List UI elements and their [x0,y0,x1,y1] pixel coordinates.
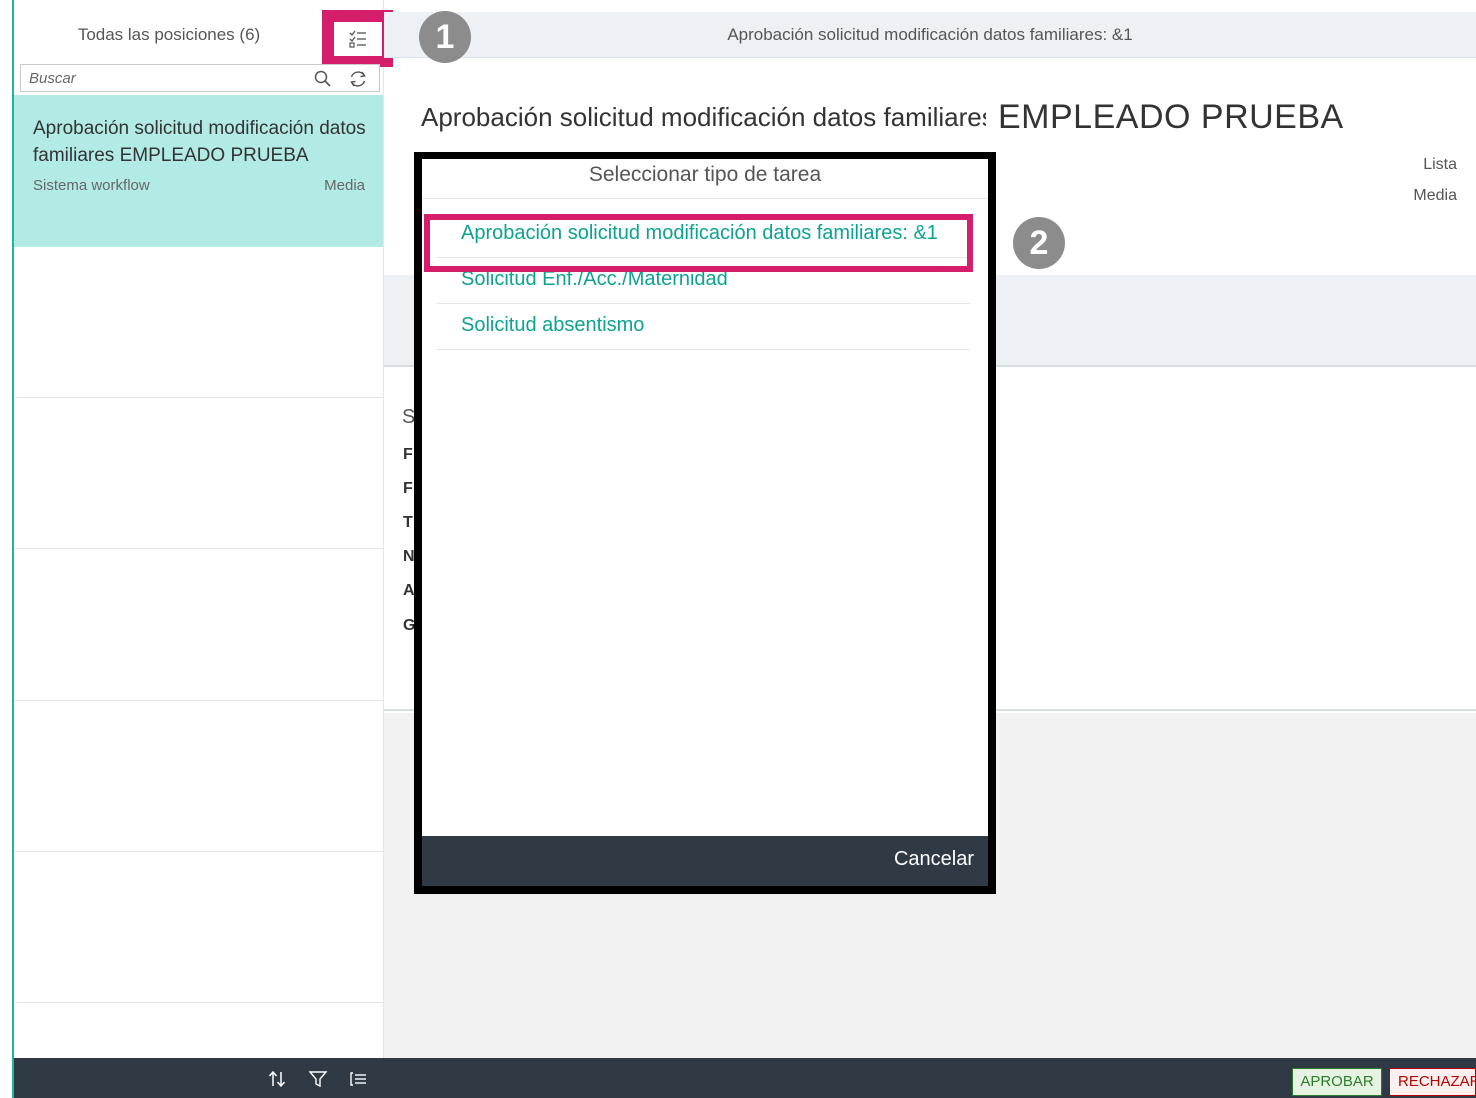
list-separator [14,1002,383,1003]
form-label: A [403,582,415,599]
list-separator [14,700,383,701]
task-type-item[interactable]: Solicitud absentismo [437,304,970,350]
filter-list-button[interactable] [334,22,382,56]
filter-icon[interactable] [307,1068,329,1090]
list-item-title: Aprobación solicitud modificación datos … [33,118,366,166]
form-label: T [403,514,413,531]
list-separator [14,548,383,549]
approve-button[interactable]: APROBAR [1292,1068,1382,1096]
object-attribute-priority: Media [1413,187,1457,204]
list-separator [14,851,383,852]
dialog-title: Seleccionar tipo de tarea [422,159,988,199]
sort-icon[interactable] [266,1068,288,1090]
master-footer [14,1058,384,1098]
form-label: N [403,548,415,565]
form-label: F [403,480,413,497]
detail-header-title: Aprobación solicitud modificación datos … [727,25,1133,44]
reject-button[interactable]: RECHAZAR [1389,1068,1476,1096]
list-separator [14,397,383,398]
object-title-name: EMPLEADO PRUEBA [986,92,1415,140]
detail-header: Aprobación solicitud modificación datos … [384,12,1476,58]
object-title-prefix: Aprobación solicitud modificación datos … [421,102,1002,132]
refresh-icon[interactable] [347,68,369,90]
cancel-button[interactable]: Cancelar [894,848,974,871]
task-item-highlight [424,214,973,272]
search-input[interactable] [29,68,299,88]
search-icon[interactable] [313,69,333,89]
group-icon[interactable] [348,1068,370,1090]
search-field[interactable] [20,64,380,92]
list-item[interactable]: Aprobación solicitud modificación datos … [14,95,383,247]
form-label: F [403,446,413,463]
task-type-label: Solicitud absentismo [461,314,645,336]
step-badge-1: 1 [419,11,471,63]
select-task-type-dialog: Seleccionar tipo de tarea Aprobación sol… [414,152,996,894]
filter-list-icon [349,30,366,48]
object-attribute-status: Lista [1423,156,1457,173]
dialog-footer: Cancelar [422,836,988,886]
step-badge-2: 2 [1013,217,1065,269]
list-item-priority: Media [324,177,365,194]
dialog-body: Seleccionar tipo de tarea Aprobación sol… [422,159,988,886]
list-item-subtitle: Sistema workflow [33,177,150,194]
